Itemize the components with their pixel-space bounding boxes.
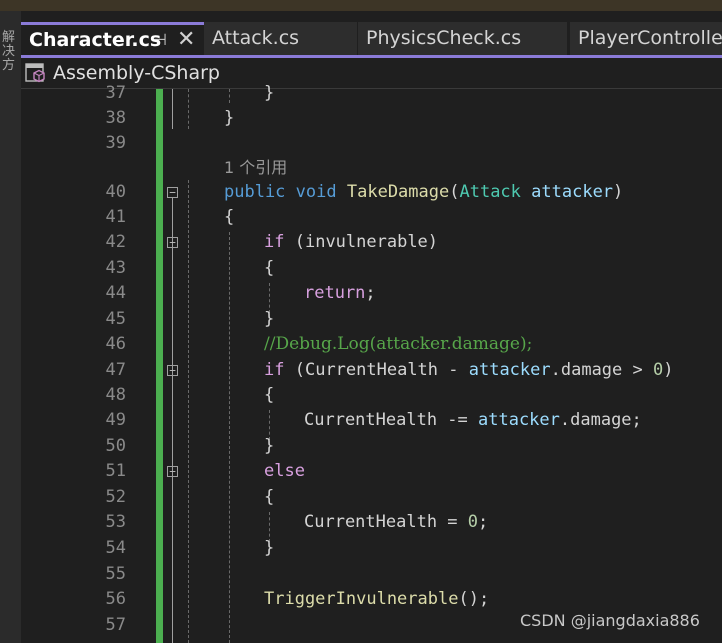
line-number: 51	[105, 461, 126, 481]
tab-label: Character.cs	[29, 29, 162, 51]
tab-label: PlayerController.	[578, 27, 722, 49]
line-number: 42	[105, 232, 126, 252]
code-text: }	[264, 436, 275, 456]
code-text: else	[264, 461, 305, 481]
reference-count[interactable]: 1 个引用	[224, 155, 287, 181]
code-line: 47 if (CurrentHealth - attacker.damage >…	[0, 358, 722, 384]
code-text: {	[264, 258, 275, 278]
document-tab-bar: Character.cs ⊣ ✕ Attack.cs PhysicsCheck.…	[21, 11, 722, 55]
code-text: TriggerInvulnerable();	[264, 589, 490, 609]
code-line: 37 }	[0, 81, 722, 107]
code-text: if (CurrentHealth - attacker.damage > 0)	[264, 360, 674, 380]
close-icon[interactable]: ✕	[177, 25, 195, 55]
line-number: 44	[105, 283, 126, 303]
line-number: 38	[105, 108, 126, 128]
line-number: 49	[105, 410, 126, 430]
solution-explorer-label: 解决方	[2, 30, 16, 73]
line-number: 48	[105, 385, 126, 405]
watermark: CSDN @jiangdaxia886	[520, 611, 700, 630]
code-line: 44 return;	[0, 281, 722, 307]
code-line: 43 {	[0, 256, 722, 282]
code-line: 49 CurrentHealth -= attacker.damage;	[0, 408, 722, 434]
tab-physicscheck-cs[interactable]: PhysicsCheck.cs	[358, 22, 567, 55]
code-line: 46 //Debug.Log(attacker.damage);	[0, 332, 722, 358]
line-number: 41	[105, 207, 126, 227]
line-number: 52	[105, 487, 126, 507]
tab-label: Attack.cs	[212, 27, 300, 49]
line-number: 40	[105, 182, 126, 202]
line-number: 53	[105, 512, 126, 532]
code-line: 55	[0, 562, 722, 588]
codelens-references[interactable]: 1 个引用	[0, 155, 722, 181]
line-number: 54	[105, 538, 126, 558]
code-line: 54 }	[0, 536, 722, 562]
line-number: 45	[105, 309, 126, 329]
code-text: {	[264, 385, 275, 405]
title-strip	[0, 0, 722, 11]
code-line: 48 {	[0, 383, 722, 409]
code-text: return;	[304, 283, 376, 303]
code-line: 41 {	[0, 205, 722, 231]
code-text: }	[264, 83, 275, 103]
code-text: if (invulnerable)	[264, 232, 439, 252]
line-number: 43	[105, 258, 126, 278]
code-comment: //Debug.Log(attacker.damage);	[264, 334, 533, 354]
tab-character-cs[interactable]: Character.cs ⊣ ✕	[21, 22, 204, 55]
code-line: 51 else	[0, 459, 722, 485]
code-line: 39	[0, 131, 722, 157]
line-number: 57	[105, 615, 126, 635]
tab-label: PhysicsCheck.cs	[366, 27, 522, 49]
line-number: 50	[105, 436, 126, 456]
line-number: 46	[105, 334, 126, 354]
code-text: public void TakeDamage(Attack attacker)	[224, 182, 624, 202]
code-line: 56 TriggerInvulnerable();	[0, 587, 722, 613]
code-line: 40 public void TakeDamage(Attack attacke…	[0, 180, 722, 206]
code-line: 38 }	[0, 106, 722, 132]
pin-icon[interactable]: ⊣	[153, 25, 167, 55]
line-number: 39	[105, 133, 126, 153]
code-text: }	[264, 538, 275, 558]
code-line: 50 }	[0, 434, 722, 460]
code-line: 53 CurrentHealth = 0;	[0, 510, 722, 536]
code-line: 42 if (invulnerable)	[0, 230, 722, 256]
tab-attack-cs[interactable]: Attack.cs	[204, 22, 357, 55]
line-number: 37	[105, 83, 126, 103]
line-number: 47	[105, 360, 126, 380]
code-line: 52 {	[0, 485, 722, 511]
tab-playercontroller-cs[interactable]: PlayerController.	[570, 22, 722, 55]
line-number: 56	[105, 589, 126, 609]
code-line: 45 }	[0, 307, 722, 333]
code-text: {	[264, 487, 275, 507]
code-text: }	[264, 309, 275, 329]
code-text: CurrentHealth -= attacker.damage;	[304, 410, 642, 430]
code-text: }	[224, 108, 235, 128]
line-number: 55	[105, 564, 126, 584]
code-text: {	[224, 207, 235, 227]
code-text: CurrentHealth = 0;	[304, 512, 489, 532]
